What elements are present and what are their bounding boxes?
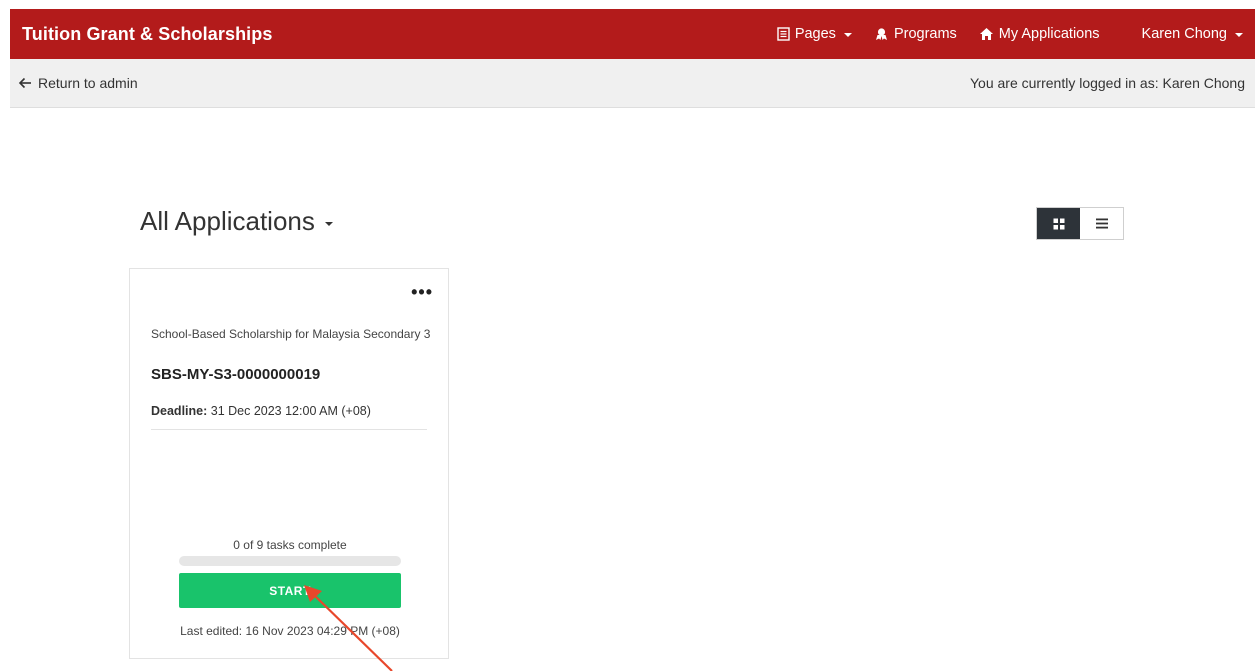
applications-filter-dropdown[interactable]: All Applications [140, 206, 333, 237]
nav-my-applications-label: My Applications [998, 26, 1100, 42]
application-id: SBS-MY-S3-0000000019 [151, 366, 321, 383]
program-name: School-Based Scholarship for Malaysia Se… [151, 327, 431, 341]
nav-programs-link[interactable]: Programs [874, 26, 957, 42]
card-divider [151, 429, 427, 430]
logged-in-status: You are currently logged in as: Karen Ch… [970, 75, 1245, 91]
arrow-left-icon [18, 77, 31, 89]
card-options-menu[interactable]: ••• [411, 283, 433, 301]
pages-icon [777, 27, 790, 41]
nav-pages-label: Pages [794, 26, 836, 42]
chevron-down-icon [843, 33, 852, 37]
chevron-down-icon [324, 221, 333, 226]
tasks-progress-bar [179, 556, 401, 566]
nav-pages-dropdown[interactable]: Pages [777, 26, 852, 42]
view-toggle [1036, 207, 1124, 240]
chevron-down-icon [1235, 33, 1243, 37]
return-to-admin-label: Return to admin [38, 75, 138, 91]
list-view-button[interactable] [1080, 208, 1123, 239]
deadline-label: Deadline: [151, 404, 208, 418]
deadline-value: 31 Dec 2023 12:00 AM (+08) [210, 404, 371, 418]
last-edited-text: Last edited: 16 Nov 2023 04:29 PM (+08) [180, 624, 400, 638]
user-menu-dropdown[interactable]: Karen Chong [1142, 26, 1243, 42]
grid-icon [1053, 218, 1064, 229]
grid-view-button[interactable] [1037, 208, 1080, 239]
nav-my-applications-link[interactable]: My Applications [979, 26, 1100, 42]
user-name: Karen Chong [1141, 26, 1227, 42]
start-button[interactable]: START [179, 573, 401, 608]
programs-icon [875, 28, 887, 40]
nav-menu: Pages Programs My Applications Karen Cho… [755, 26, 1243, 42]
page-title: All Applications [140, 206, 315, 236]
admin-bar: Return to admin You are currently logged… [10, 59, 1255, 108]
nav-programs-label: Programs [893, 26, 957, 42]
list-icon [1095, 218, 1108, 229]
home-icon [979, 28, 993, 40]
application-card: ••• School-Based Scholarship for Malaysi… [129, 268, 449, 659]
return-to-admin-link[interactable]: Return to admin [18, 75, 138, 91]
brand-title[interactable]: Tuition Grant & Scholarships [22, 24, 272, 45]
deadline: Deadline: 31 Dec 2023 12:00 AM (+08) [151, 404, 371, 418]
top-navbar: Tuition Grant & Scholarships Pages Progr… [10, 9, 1255, 59]
tasks-progress-text: 0 of 9 tasks complete [233, 538, 347, 552]
